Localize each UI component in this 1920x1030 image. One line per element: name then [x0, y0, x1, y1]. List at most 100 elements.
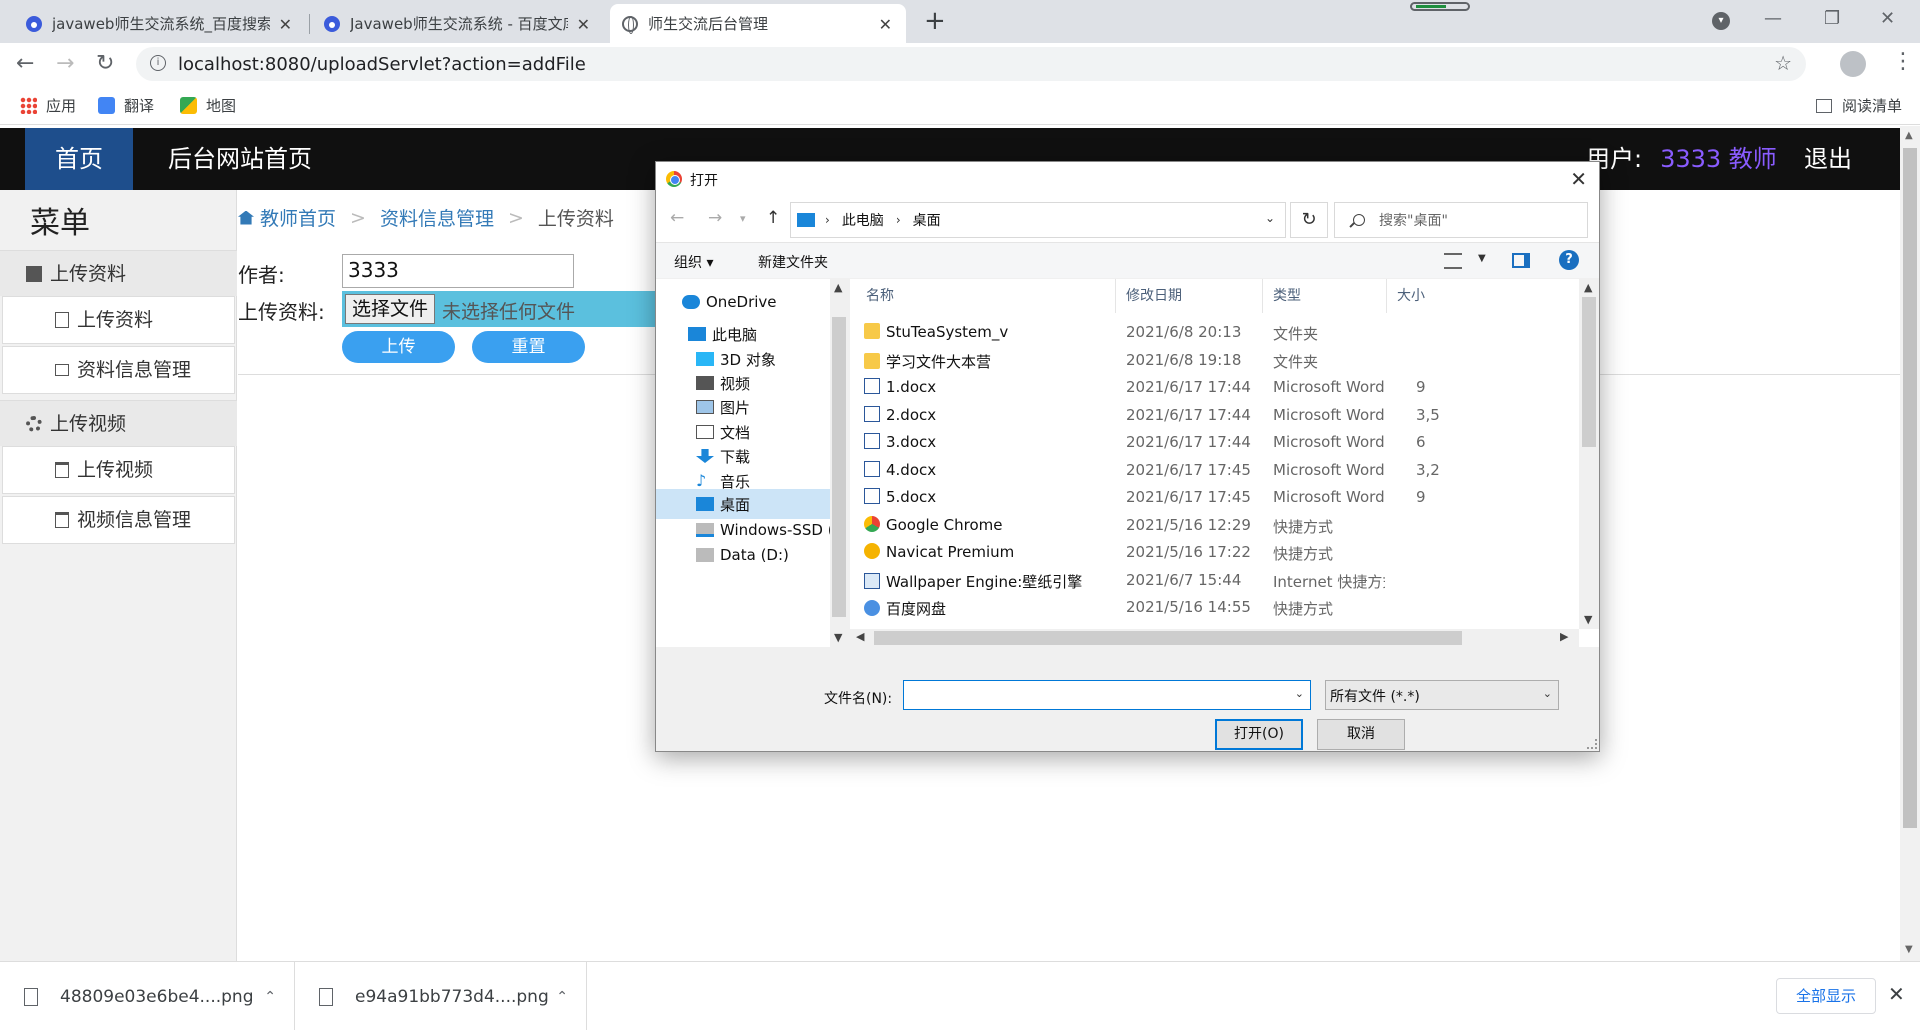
path-chevron-icon[interactable]: › [896, 213, 901, 227]
dialog-up-icon[interactable]: ↑ [766, 208, 780, 228]
upload-button[interactable]: 上传 [342, 331, 455, 363]
file-row[interactable]: Wallpaper Engine:壁纸引擎 2021/6/7 15:44 Inter… [850, 567, 1579, 594]
show-all-button[interactable]: 全部显示 [1776, 978, 1876, 1014]
forward-icon[interactable]: → [56, 51, 74, 76]
tab-admin-active[interactable]: 师生交流后台管理 ✕ [610, 4, 906, 43]
organize-button[interactable]: 组织 ▾ [674, 252, 713, 272]
tab-search-icon[interactable]: ▾ [1712, 12, 1730, 30]
file-row[interactable]: 2.docx2021/6/17 17:44Microsoft Word ...3… [850, 402, 1579, 429]
column-type[interactable]: 类型 [1263, 279, 1387, 313]
tab-close-icon[interactable]: ✕ [279, 15, 292, 34]
path-dropdown-icon[interactable]: ⌄ [1265, 211, 1275, 225]
sidebar-section-upload-doc[interactable]: 上传资料 [0, 250, 237, 296]
filename-dropdown-icon[interactable]: ⌄ [1295, 687, 1304, 700]
scroll-down-icon[interactable]: ▼ [834, 631, 842, 644]
scrollbar-thumb[interactable] [832, 317, 846, 617]
file-row[interactable]: 1.docx2021/6/17 17:44Microsoft Word ...9 [850, 374, 1579, 401]
filetype-dropdown-icon[interactable]: ⌄ [1543, 687, 1552, 700]
dialog-back-icon[interactable]: ← [670, 208, 684, 228]
bookmark-star-icon[interactable]: ☆ [1774, 51, 1792, 75]
filename-input[interactable]: ⌄ [903, 680, 1311, 710]
path-chevron-icon[interactable]: › [825, 213, 830, 227]
file-row[interactable]: 学习文件大本营 2021/6/8 19:18 文件夹 [850, 347, 1579, 374]
tab-baidu-wenku[interactable]: Javaweb师生交流系统 - 百度文库 ✕ [312, 4, 604, 43]
breadcrumb-teacher-home[interactable]: 教师首页 [260, 204, 336, 231]
scroll-up-icon[interactable]: ▲ [834, 281, 842, 294]
preview-pane-icon[interactable] [1512, 253, 1530, 268]
breadcrumb-doc-manage[interactable]: 资料信息管理 [380, 204, 494, 231]
sidebar-item-upload-video[interactable]: 上传视频 [2, 446, 235, 494]
sidebar-item-video-manage[interactable]: 视频信息管理 [2, 496, 235, 544]
scroll-left-icon[interactable]: ◀ [856, 630, 864, 643]
tab-close-icon[interactable]: ✕ [879, 15, 892, 34]
address-bar[interactable]: i localhost:8080/uploadServlet?action=ad… [136, 47, 1806, 81]
file-row[interactable]: StuTeaSystem_v 2021/6/8 20:13 文件夹 [850, 319, 1579, 346]
dialog-refresh-icon[interactable]: ↻ [1290, 202, 1328, 238]
open-button[interactable]: 打开(O) [1215, 719, 1303, 750]
path-desktop[interactable]: 桌面 [913, 210, 941, 230]
site-info-icon[interactable]: i [150, 55, 166, 71]
download-item[interactable]: 48809e03e6be4....png ⌃ [0, 962, 295, 1030]
column-date[interactable]: 修改日期 [1116, 279, 1263, 313]
nav-admin-home[interactable]: 后台网站首页 [168, 128, 312, 190]
scroll-down-icon[interactable]: ▼ [1584, 613, 1592, 626]
profile-avatar-icon[interactable] [1840, 51, 1866, 77]
tab-baidu-search[interactable]: javaweb师生交流系统_百度搜索 ✕ [14, 4, 306, 43]
file-row[interactable]: 3.docx2021/6/17 17:44Microsoft Word ...6 [850, 429, 1579, 456]
column-size[interactable]: 大小 [1387, 279, 1447, 313]
bookmark-maps[interactable]: 地图 [180, 95, 236, 116]
menu-kebab-icon[interactable]: ⋮ [1892, 49, 1914, 74]
restore-button[interactable]: ❐ [1824, 8, 1840, 29]
dialog-close-icon[interactable]: ✕ [1570, 167, 1587, 191]
scroll-up-icon[interactable]: ▲ [1584, 281, 1592, 294]
back-icon[interactable]: ← [16, 51, 34, 76]
new-folder-button[interactable]: 新建文件夹 [758, 252, 828, 272]
view-dropdown-icon[interactable]: ▼ [1478, 253, 1486, 264]
file-row[interactable]: 5.docx2021/6/17 17:45Microsoft Word ...9 [850, 484, 1579, 511]
chevron-up-icon[interactable]: ⌃ [556, 989, 568, 1005]
scrollbar-thumb[interactable] [1582, 297, 1596, 447]
chevron-up-icon[interactable]: ⌃ [264, 989, 276, 1005]
page-scrollbar[interactable]: ▲ ▼ [1900, 126, 1920, 961]
help-icon[interactable]: ? [1559, 250, 1579, 270]
cancel-button[interactable]: 取消 [1317, 719, 1405, 750]
new-tab-button[interactable]: + [924, 6, 946, 36]
file-row[interactable]: Navicat Premium 2021/5/16 17:22 快捷方式 [850, 539, 1579, 566]
filetype-select[interactable]: 所有文件 (*.*) ⌄ [1325, 680, 1559, 710]
nav-onedrive[interactable]: OneDrive [656, 287, 830, 317]
nav-pane-scrollbar[interactable]: ▲ ▼ [830, 279, 848, 647]
scroll-right-icon[interactable]: ▶ [1560, 630, 1568, 643]
dialog-path-bar[interactable]: › 此电脑 › 桌面 ⌄ [790, 202, 1286, 238]
bookmark-apps[interactable]: 应用 [20, 95, 76, 116]
file-row[interactable]: 百度网盘 2021/5/16 14:55 快捷方式 [850, 594, 1579, 621]
file-list-scrollbar[interactable]: ▲ ▼ [1579, 279, 1599, 629]
dialog-forward-icon[interactable]: → [708, 208, 722, 228]
sidebar-item-upload-doc[interactable]: 上传资料 [2, 296, 235, 344]
download-item[interactable]: e94a91bb773d4....png ⌃ [295, 962, 587, 1030]
file-row[interactable]: Google Chrome 2021/5/16 12:29 快捷方式 [850, 512, 1579, 539]
recent-dropdown-icon[interactable]: ▾ [740, 212, 746, 225]
dialog-search-input[interactable]: 搜索"桌面" [1334, 202, 1588, 238]
scrollbar-thumb[interactable] [1903, 148, 1917, 828]
window-close-button[interactable]: ✕ [1880, 8, 1895, 29]
column-name[interactable]: 名称 [850, 279, 1116, 313]
file-list-hscrollbar[interactable]: ◀ ▶ [850, 629, 1579, 647]
scroll-up-icon[interactable]: ▲ [1905, 130, 1913, 141]
reading-list-button[interactable]: 阅读清单 [1815, 95, 1902, 116]
path-this-pc[interactable]: 此电脑 [842, 210, 884, 230]
scroll-down-icon[interactable]: ▼ [1905, 944, 1913, 955]
downloads-close-icon[interactable]: ✕ [1888, 982, 1905, 1006]
reload-icon[interactable]: ↻ [96, 51, 114, 76]
choose-file-button[interactable]: 选择文件 [345, 294, 436, 324]
file-row[interactable]: 4.docx2021/6/17 17:45Microsoft Word ...3… [850, 457, 1579, 484]
scrollbar-thumb[interactable] [874, 631, 1462, 645]
sidebar-item-doc-manage[interactable]: 资料信息管理 [2, 346, 235, 394]
tab-close-icon[interactable]: ✕ [577, 15, 590, 34]
url-text[interactable]: localhost:8080/uploadServlet?action=addF… [178, 54, 586, 75]
minimize-button[interactable]: — [1764, 8, 1782, 29]
nav-home[interactable]: 首页 [25, 128, 133, 190]
nav-drive-d[interactable]: Data (D:) [656, 540, 830, 570]
reset-button[interactable]: 重置 [472, 331, 585, 363]
view-options-icon[interactable] [1444, 253, 1462, 269]
bookmark-translate[interactable]: 翻译 [98, 95, 154, 116]
